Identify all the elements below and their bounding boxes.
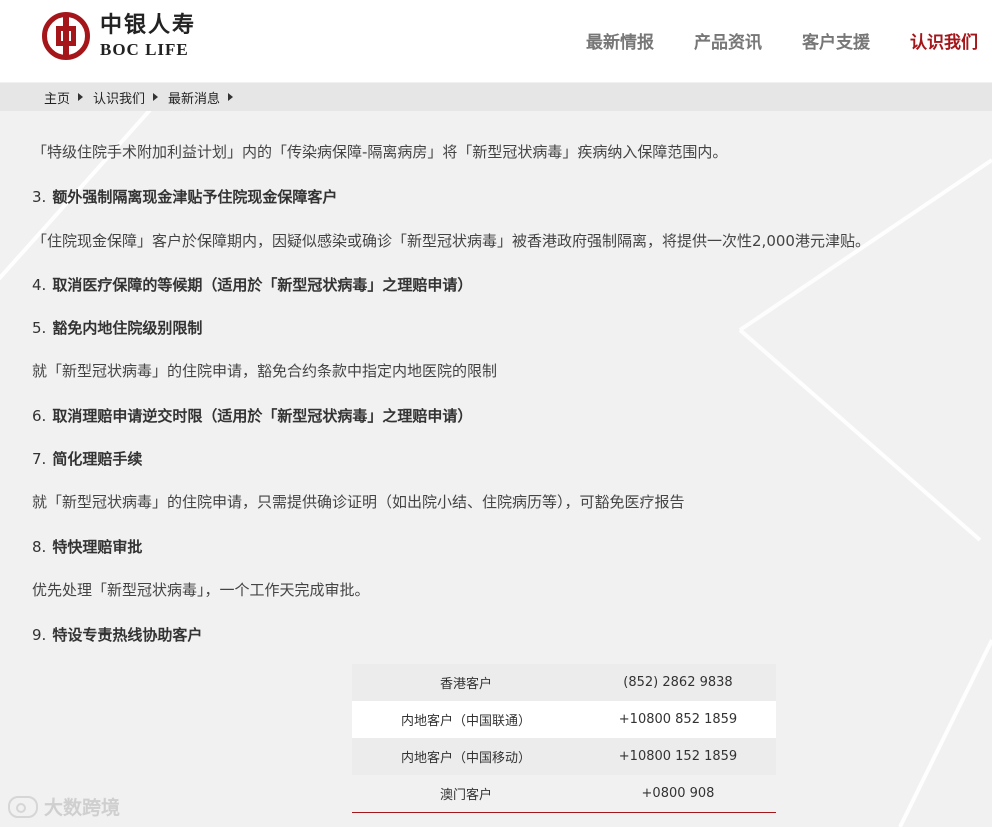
boc-logo-icon: [42, 12, 90, 60]
heading-item-6: 6. 取消理赔申请逆交时限（适用於「新型冠状病毒」之理赔申请）: [32, 405, 472, 426]
brand-logo[interactable]: 中银人寿 BOC LIFE: [42, 12, 196, 60]
breadcrumb-home[interactable]: 主页: [44, 88, 93, 107]
heading-item-7: 7. 简化理赔手续: [32, 448, 142, 469]
table-row: 香港客户 (852) 2862 9838: [352, 664, 776, 701]
table-row: 内地客户（中国联通） +10800 852 1859: [352, 701, 776, 738]
watermark-text: 大数跨境: [44, 797, 121, 819]
breadcrumb-home-label[interactable]: 主页: [44, 88, 70, 107]
region-cell: 澳门客户: [352, 775, 580, 813]
breadcrumb-about[interactable]: 认识我们: [93, 88, 168, 107]
item-title: 额外强制隔离现金津贴予住院现金保障客户: [52, 188, 338, 206]
paragraph-item-8: 优先处理「新型冠状病毒」，一个工作天完成审批。: [32, 581, 370, 599]
item-title: 特快理赔审批: [52, 538, 143, 556]
region-cell: 内地客户（中国移动）: [352, 738, 580, 775]
item-title: 简化理赔手续: [52, 450, 143, 468]
brand-name-cn: 中银人寿: [100, 12, 197, 38]
breadcrumb: 主页 认识我们 最新消息: [0, 83, 992, 111]
chevron-right-icon: [228, 93, 234, 101]
breadcrumb-news[interactable]: 最新消息: [168, 88, 243, 107]
nav-item-about-us[interactable]: 认识我们: [910, 28, 978, 53]
item-title: 取消理赔申请逆交时限（适用於「新型冠状病毒」之理赔申请）: [52, 407, 473, 425]
item-number: 4.: [32, 276, 47, 294]
table-row: 内地客户（中国移动） +10800 152 1859: [352, 738, 776, 775]
heading-item-8: 8. 特快理赔审批: [32, 536, 142, 557]
nav-item-latest-news[interactable]: 最新情报: [586, 28, 654, 53]
item-number: 6.: [32, 407, 47, 425]
watermark: 大数跨境: [8, 793, 120, 820]
paragraph-item-2: 「特级住院手术附加利益计划」内的「传染病保障-隔离病房」将「新型冠状病毒」疾病纳…: [32, 143, 728, 161]
phone-cell: (852) 2862 9838: [580, 664, 776, 701]
item-number: 7.: [32, 450, 47, 468]
item-title: 特设专责热线协助客户: [52, 626, 203, 644]
region-cell: 香港客户: [352, 664, 580, 701]
item-title: 豁免内地住院级别限制: [52, 319, 203, 337]
heading-item-5: 5. 豁免内地住院级别限制: [32, 317, 202, 338]
table-row: 澳门客户 +0800 908: [352, 775, 776, 813]
heading-item-4: 4. 取消医疗保障的等候期（适用於「新型冠状病毒」之理赔申请）: [32, 274, 472, 295]
breadcrumb-news-label[interactable]: 最新消息: [168, 88, 220, 107]
region-cell: 内地客户（中国联通）: [352, 701, 580, 738]
phone-cell: +0800 908: [580, 775, 776, 813]
item-number: 3.: [32, 188, 47, 206]
chevron-right-icon: [78, 93, 84, 101]
phone-cell: +10800 852 1859: [580, 701, 776, 738]
main-nav: 最新情报 产品资讯 客户支援 认识我们: [546, 28, 978, 53]
paragraph-item-5: 就「新型冠状病毒」的住院申请，豁免合约条款中指定内地医院的限制: [32, 362, 498, 380]
heading-item-3: 3. 额外强制隔离现金津贴予住院现金保障客户: [32, 186, 337, 207]
heading-item-9: 9. 特设专责热线协助客户: [32, 624, 202, 645]
paragraph-item-3: 「住院现金保障」客户於保障期内，因疑似感染或确诊「新型冠状病毒」被香港政府强制隔…: [32, 232, 870, 250]
nav-item-products[interactable]: 产品资讯: [694, 28, 762, 53]
item-number: 8.: [32, 538, 47, 556]
phone-cell: +10800 152 1859: [580, 738, 776, 775]
nav-item-customer-support[interactable]: 客户支援: [802, 28, 870, 53]
item-title: 取消医疗保障的等候期（适用於「新型冠状病毒」之理赔申请）: [52, 276, 473, 294]
breadcrumb-about-label[interactable]: 认识我们: [93, 88, 145, 107]
brand-name-en: BOC LIFE: [100, 40, 189, 59]
paragraph-item-7: 就「新型冠状病毒」的住院申请，只需提供确诊证明（如出院小结、住院病历等），可豁免…: [32, 493, 685, 511]
site-header: 中银人寿 BOC LIFE 最新情报 产品资讯 客户支援 认识我们: [0, 0, 992, 82]
item-number: 9.: [32, 626, 47, 644]
hotline-table: 香港客户 (852) 2862 9838 内地客户（中国联通） +10800 8…: [352, 664, 776, 813]
chevron-right-icon: [153, 93, 159, 101]
chat-bubble-icon: [8, 795, 38, 818]
item-number: 5.: [32, 319, 47, 337]
